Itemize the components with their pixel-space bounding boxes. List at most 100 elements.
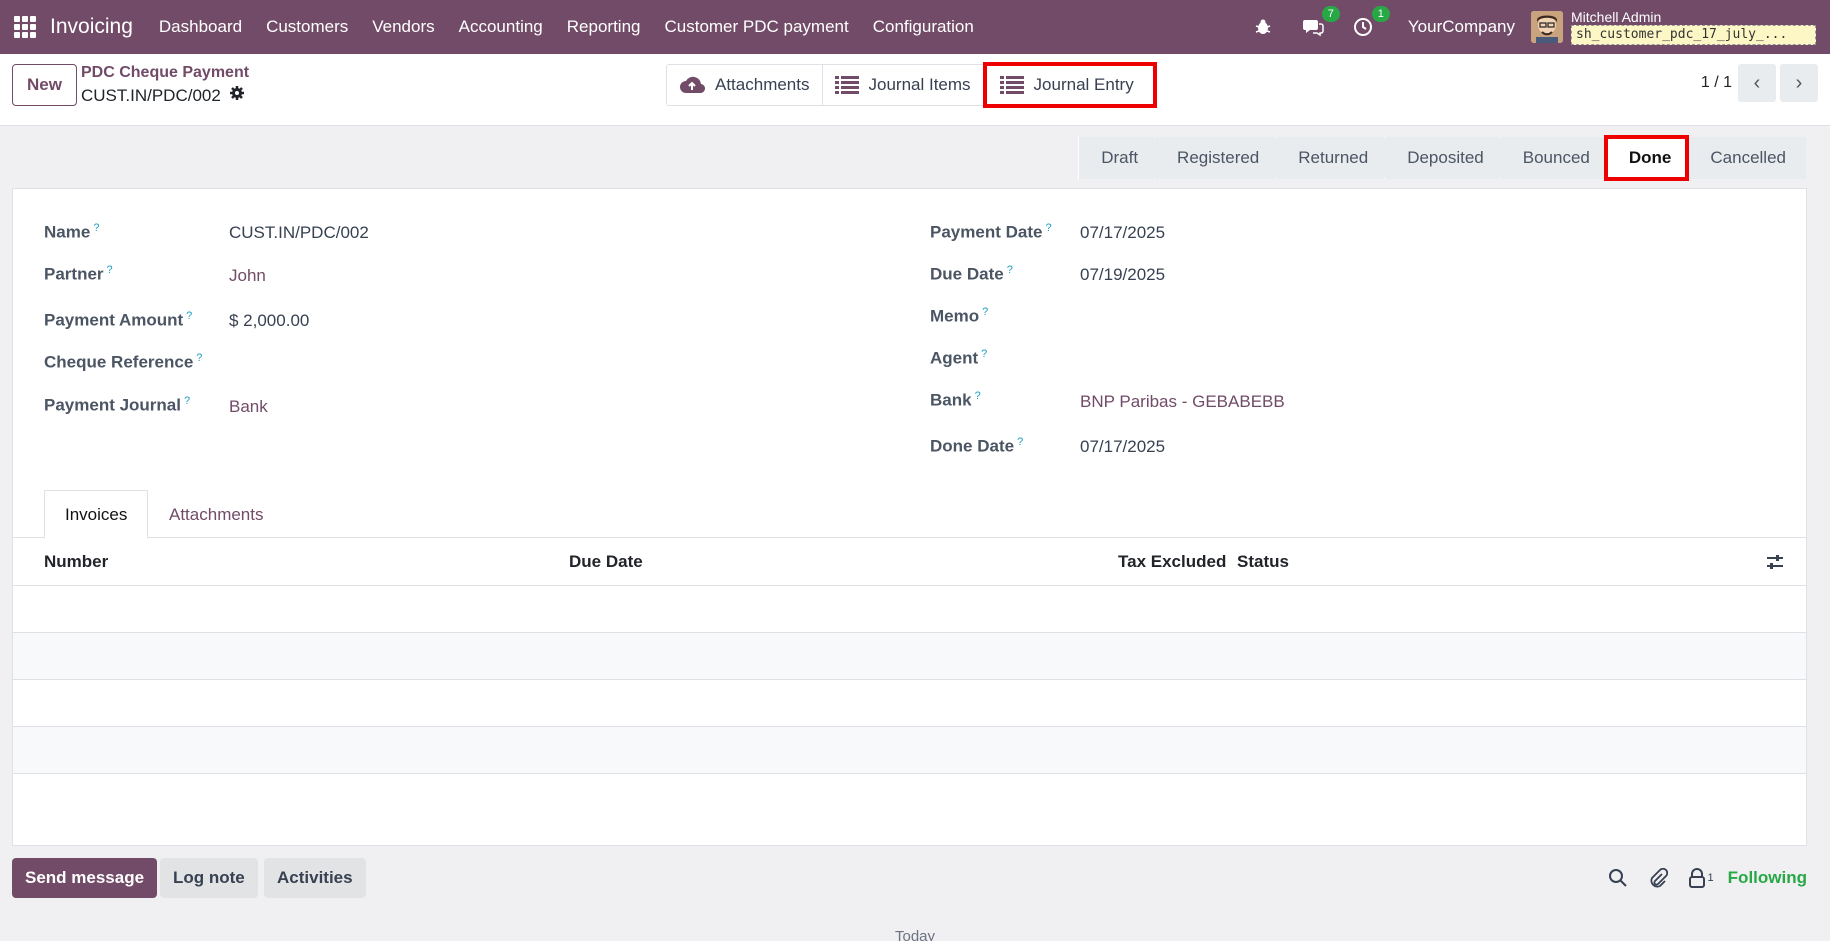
company-switcher[interactable]: YourCompany <box>1408 17 1515 37</box>
user-menu[interactable]: Mitchell Admin sh_customer_pdc_17_july_.… <box>1571 9 1816 45</box>
menu-reporting[interactable]: Reporting <box>555 17 653 37</box>
column-status[interactable]: Status <box>1237 552 1289 572</box>
payment-journal-label: Payment Journal? <box>44 395 191 415</box>
breadcrumb-parent[interactable]: PDC Cheque Payment <box>81 64 249 82</box>
today-separator: Today <box>894 928 936 941</box>
stage-label: Cancelled <box>1710 148 1786 167</box>
send-message-button[interactable]: Send message <box>12 858 158 898</box>
memo-label: Memo? <box>930 306 989 326</box>
due-date-value[interactable]: 07/19/2025 <box>1080 265 1165 285</box>
payment-journal-value[interactable]: Bank <box>229 397 268 417</box>
journal-entry-smart-button[interactable]: Journal Entry <box>982 62 1157 108</box>
stage-label: Draft <box>1101 148 1139 167</box>
messages-count-badge: 7 <box>1321 6 1340 22</box>
followers-count: 1 <box>1707 872 1714 884</box>
followers-icon[interactable]: 1 <box>1688 868 1714 888</box>
stage-label: Registered <box>1177 148 1260 167</box>
payment-amount-value[interactable]: $ 2,000.00 <box>229 311 309 331</box>
payment-amount-label: Payment Amount? <box>44 310 193 330</box>
table-row <box>13 727 1806 774</box>
chevron-right-icon: › <box>1795 71 1803 94</box>
column-tax-excluded[interactable]: Tax Excluded <box>1118 552 1226 572</box>
tab-attachments[interactable]: Attachments <box>149 490 284 539</box>
app-brand[interactable]: Invoicing <box>50 15 133 39</box>
paperclip-icon[interactable] <box>1648 868 1668 888</box>
bank-label: Bank? <box>930 390 981 410</box>
due-date-label: Due Date? <box>930 264 1013 284</box>
stage-registered[interactable]: Registered <box>1154 137 1286 179</box>
invoices-table-header: Number Due Date Tax Excluded Status <box>13 538 1806 586</box>
breadcrumb-current: CUST.IN/PDC/002 <box>81 85 245 106</box>
help-icon[interactable]: ? <box>981 348 987 360</box>
pager-value[interactable]: 1 / 1 <box>1701 74 1732 92</box>
smart-buttons: Attachments Journal Items Journal Entry <box>666 62 1157 108</box>
database-name: sh_customer_pdc_17_july_... <box>1571 25 1816 45</box>
menu-vendors[interactable]: Vendors <box>360 17 446 37</box>
help-icon[interactable]: ? <box>196 352 202 364</box>
log-note-button[interactable]: Log note <box>160 858 258 898</box>
help-icon[interactable]: ? <box>1045 222 1051 234</box>
column-due-date[interactable]: Due Date <box>569 552 643 572</box>
done-date-label: Done Date? <box>930 436 1024 456</box>
activities-button[interactable]: Activities <box>264 858 366 898</box>
name-label: Name? <box>44 222 100 242</box>
stage-deposited[interactable]: Deposited <box>1384 137 1510 179</box>
menu-configuration[interactable]: Configuration <box>861 17 986 37</box>
column-number[interactable]: Number <box>44 552 108 572</box>
cheque-reference-label: Cheque Reference? <box>44 352 203 372</box>
pager-previous-button[interactable]: ‹ <box>1738 64 1776 102</box>
notebook-tabs: Invoices Attachments <box>13 490 1806 539</box>
help-icon[interactable]: ? <box>982 306 988 318</box>
chevron-left-icon: ‹ <box>1753 71 1761 94</box>
stage-draft[interactable]: Draft <box>1078 137 1165 179</box>
journal-items-smart-button[interactable]: Journal Items <box>823 65 984 105</box>
table-row <box>13 680 1806 727</box>
apps-menu-icon[interactable] <box>14 16 36 38</box>
table-row <box>13 586 1806 633</box>
name-value[interactable]: CUST.IN/PDC/002 <box>229 223 369 243</box>
new-button[interactable]: New <box>12 64 77 106</box>
help-icon[interactable]: ? <box>184 395 190 407</box>
stage-label: Returned <box>1298 148 1369 167</box>
pager-next-button[interactable]: › <box>1780 64 1818 102</box>
stage-bounced[interactable]: Bounced <box>1499 137 1616 179</box>
bug-icon[interactable] <box>1250 14 1276 40</box>
stage-label: Deposited <box>1407 148 1484 167</box>
stage-returned[interactable]: Returned <box>1275 137 1395 179</box>
stage-cancelled[interactable]: Cancelled <box>1687 137 1806 179</box>
activities-clock-icon[interactable]: 1 <box>1350 6 1390 40</box>
cloud-upload-icon <box>680 76 705 94</box>
agent-label: Agent? <box>930 348 988 368</box>
list-icon <box>834 76 859 94</box>
record-name: CUST.IN/PDC/002 <box>81 85 221 105</box>
menu-customer-pdc-payment[interactable]: Customer PDC payment <box>652 17 860 37</box>
menu-accounting[interactable]: Accounting <box>447 17 555 37</box>
help-icon[interactable]: ? <box>93 222 99 234</box>
help-icon[interactable]: ? <box>1007 264 1013 276</box>
help-icon[interactable]: ? <box>186 310 192 322</box>
optional-columns-icon[interactable] <box>1766 553 1784 576</box>
payment-date-value[interactable]: 07/17/2025 <box>1080 223 1165 243</box>
messages-icon[interactable]: 7 <box>1300 6 1340 40</box>
partner-value[interactable]: John <box>229 266 266 286</box>
menu-dashboard[interactable]: Dashboard <box>147 17 254 37</box>
gear-icon[interactable] <box>229 85 245 106</box>
help-icon[interactable]: ? <box>107 264 113 276</box>
attachments-smart-button[interactable]: Attachments <box>667 65 823 105</box>
help-icon[interactable]: ? <box>1017 436 1023 448</box>
chatter-toolbar: Send message Log note Activities 1 Follo… <box>12 858 1807 898</box>
stage-done[interactable]: Done <box>1603 135 1690 181</box>
stage-label: Done <box>1628 148 1672 167</box>
stage-label: Bounced <box>1522 148 1590 167</box>
tab-invoices[interactable]: Invoices <box>44 490 149 539</box>
journal-entry-label: Journal Entry <box>1033 75 1134 94</box>
menu-customers[interactable]: Customers <box>254 17 360 37</box>
help-icon[interactable]: ? <box>975 390 981 402</box>
search-icon[interactable] <box>1608 868 1628 888</box>
done-date-value[interactable]: 07/17/2025 <box>1080 437 1165 457</box>
following-button[interactable]: Following <box>1728 868 1807 888</box>
attachments-label: Attachments <box>715 75 810 94</box>
user-avatar[interactable] <box>1531 11 1563 43</box>
bank-value[interactable]: BNP Paribas - GEBABEBB <box>1080 392 1285 412</box>
journal-items-label: Journal Items <box>868 75 971 94</box>
